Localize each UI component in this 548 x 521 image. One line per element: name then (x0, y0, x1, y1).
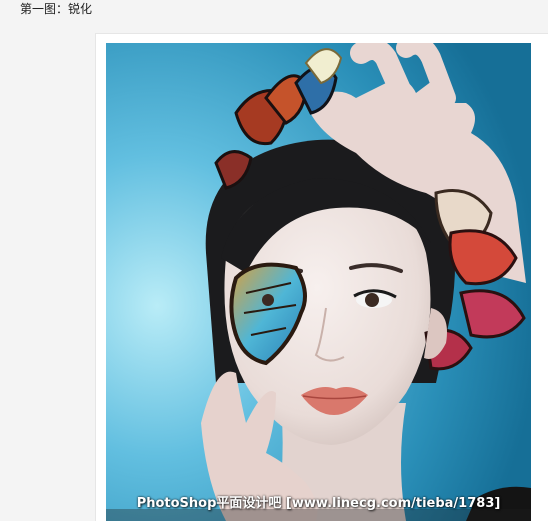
caption-text: 第一图：锐化 (20, 2, 93, 16)
portrait-photo: PhotoShop平面设计吧 [www.linecg.com/tieba/178… (106, 43, 531, 521)
portrait-illustration (106, 43, 531, 521)
page: 第一图：锐化 PhotoShop平面设计吧 [www.linecg.com/ti… (0, 0, 548, 521)
watermark-text: PhotoShop平面设计吧 [www.linecg.com/tieba/178… (136, 496, 501, 511)
